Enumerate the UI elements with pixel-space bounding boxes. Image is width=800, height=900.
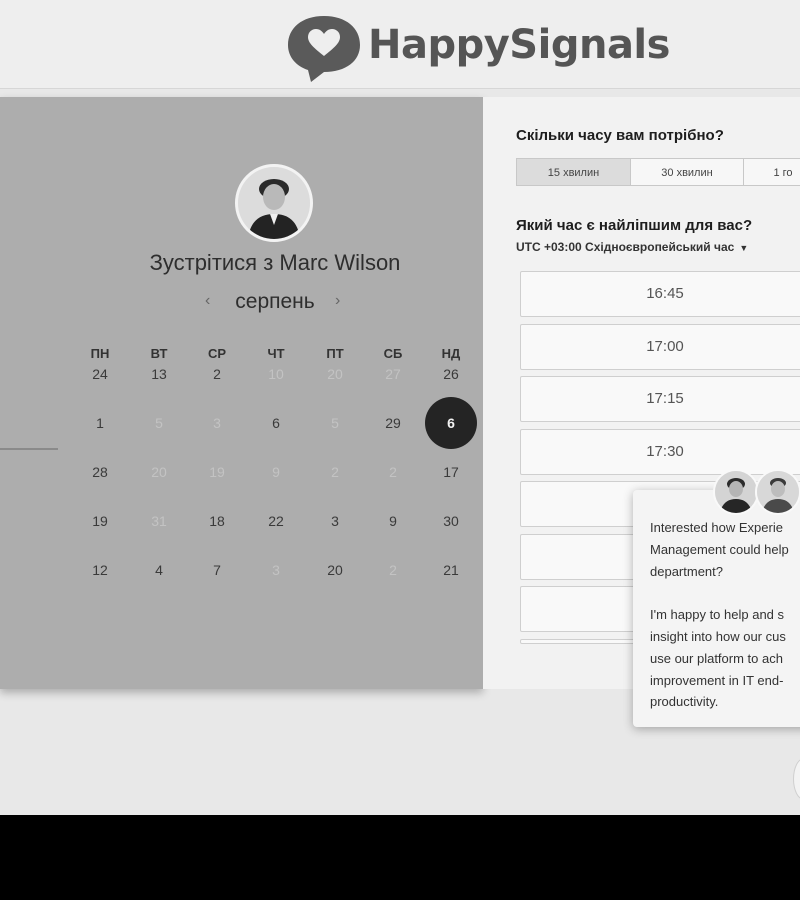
brand-name: HappySignals <box>368 22 670 68</box>
time-question: Який час є найліпшим для вас? <box>516 217 753 234</box>
happysignals-logo[interactable]: HappySignals <box>284 12 684 82</box>
calendar-day: 5 <box>331 415 339 431</box>
calendar-day: 2 <box>389 464 397 480</box>
duration-options: 15 хвилин 30 хвилин 1 го <box>516 158 800 186</box>
caret-down-icon: ▼ <box>739 243 749 253</box>
calendar-day[interactable]: 21 <box>431 550 471 590</box>
header: HappySignals <box>0 0 800 89</box>
calendar-day[interactable]: 20 <box>315 550 355 590</box>
host-avatar <box>235 164 313 242</box>
calendar-day[interactable]: 1 <box>80 403 120 443</box>
time-slot-button[interactable]: 17:00 <box>520 323 800 370</box>
chat-avatar-1 <box>713 469 759 515</box>
calendar-day[interactable]: 3 <box>315 501 355 541</box>
calendar-day: 3 <box>213 415 221 431</box>
month-navigation: ‹ серпень › <box>195 290 355 318</box>
heart-speech-bubble-icon <box>288 16 360 82</box>
calendar-day[interactable]: 12 <box>80 550 120 590</box>
calendar-day[interactable]: 17 <box>431 452 471 492</box>
person-photo-icon <box>757 471 799 513</box>
duration-60-button[interactable]: 1 го <box>743 158 800 186</box>
chat-paragraph-2: I'm happy to help and s insight into how … <box>650 607 786 710</box>
time-slot-button[interactable]: 16:45 <box>520 271 800 317</box>
calendar-day: 2 <box>331 464 339 480</box>
meeting-title: Зустрітися з Marc Wilson <box>149 250 401 275</box>
calendar-day: 9 <box>272 464 280 480</box>
calendar-day[interactable]: 30 <box>431 501 471 541</box>
time-slot-button[interactable]: 17:15 <box>520 376 800 422</box>
calendar-day[interactable]: 28 <box>80 452 120 492</box>
bottom-black-bar <box>0 815 800 900</box>
chat-launcher-button[interactable] <box>793 758 800 800</box>
month-label: серпень <box>235 290 315 313</box>
chat-paragraph-1: Interested how Experie Management could h… <box>650 520 789 579</box>
calendar-day[interactable]: 13 <box>139 354 179 394</box>
calendar-day: 27 <box>385 366 401 382</box>
calendar-day-selected[interactable]: 6 <box>425 397 477 449</box>
calendar-day[interactable]: 24 <box>80 354 120 394</box>
person-photo-icon <box>238 167 310 239</box>
calendar-day: 2 <box>389 562 397 578</box>
calendar-day[interactable]: 22 <box>256 501 296 541</box>
calendar-day[interactable]: 6 <box>256 403 296 443</box>
timezone-label: UTC +03:00 Східноєвропейський час <box>516 240 735 254</box>
duration-question: Скільки часу вам потрібно? <box>516 127 724 144</box>
calendar-day[interactable]: 29 <box>373 403 413 443</box>
calendar-day[interactable]: 9 <box>373 501 413 541</box>
calendar-day: 19 <box>209 464 225 480</box>
calendar-day: 31 <box>151 513 167 529</box>
calendar-day[interactable]: 2 <box>197 354 237 394</box>
duration-30-button[interactable]: 30 хвилин <box>630 158 744 186</box>
time-slot-button[interactable]: 17:30 <box>520 428 800 475</box>
timezone-select[interactable]: UTC +03:00 Східноєвропейський час ▼ <box>516 240 748 254</box>
chat-message: Interested how Experie Management could h… <box>650 517 800 713</box>
calendar-day[interactable]: 26 <box>431 354 471 394</box>
person-photo-icon <box>715 471 757 513</box>
calendar-day: 20 <box>327 366 343 382</box>
chevron-right-icon[interactable]: › <box>335 292 340 310</box>
calendar-day[interactable]: 7 <box>197 550 237 590</box>
calendar-day[interactable]: 19 <box>80 501 120 541</box>
calendar-day: 10 <box>268 366 284 382</box>
calendar-day: 5 <box>155 415 163 431</box>
panel-divider <box>0 448 58 450</box>
chat-avatar-2 <box>755 469 800 515</box>
calendar-day: 3 <box>272 562 280 578</box>
calendar-day[interactable]: 18 <box>197 501 237 541</box>
calendar-day: 20 <box>151 464 167 480</box>
calendar-day[interactable]: 4 <box>139 550 179 590</box>
duration-15-button[interactable]: 15 хвилин <box>516 158 631 186</box>
